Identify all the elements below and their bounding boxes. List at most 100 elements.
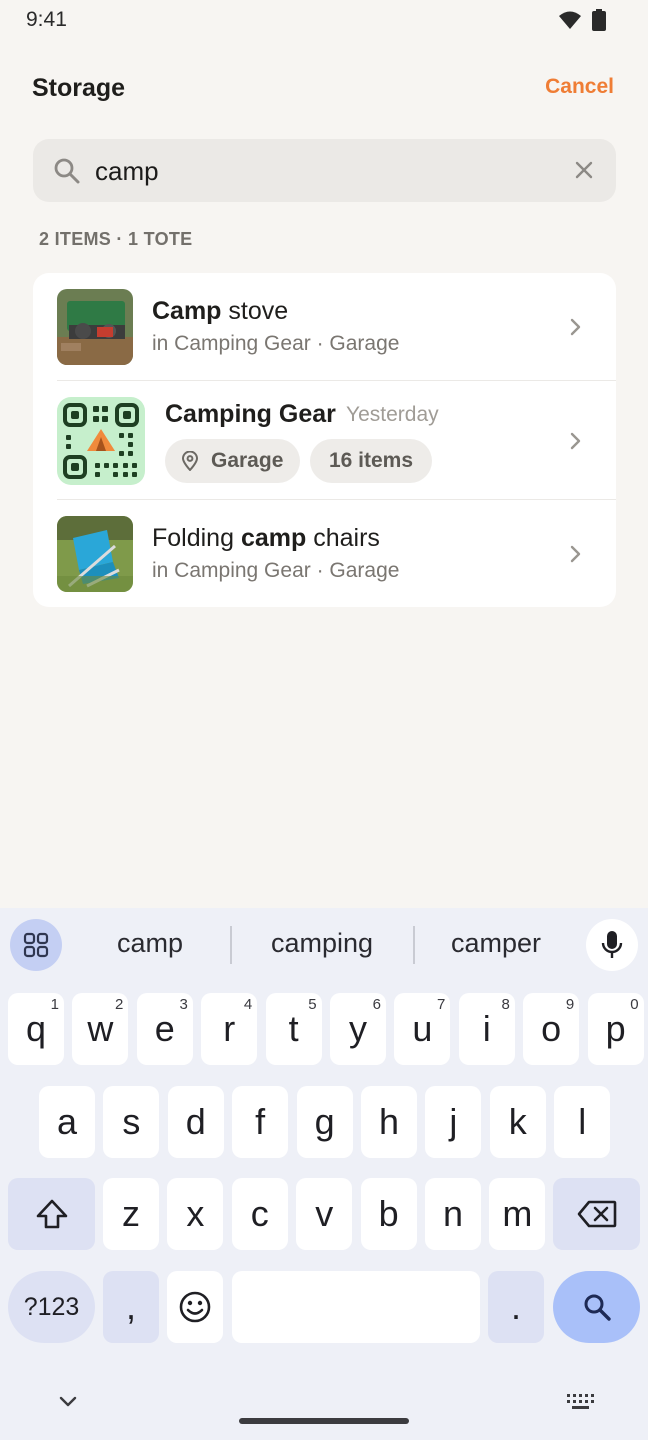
key-number-hint: 5 [308, 996, 317, 1013]
key-n[interactable]: n [425, 1178, 481, 1250]
key-letter: u [412, 1008, 433, 1049]
key-letter: i [482, 1008, 491, 1049]
result-row-camping-gear-tote[interactable]: Camping Gear Yesterday Garage 16 items [33, 381, 616, 499]
keyboard-switch-icon[interactable] [566, 1393, 594, 1411]
backspace-icon [577, 1200, 616, 1228]
key-l[interactable]: l [554, 1086, 611, 1158]
key-u[interactable]: u7 [394, 993, 451, 1065]
suggestion-1[interactable]: camp [70, 928, 230, 959]
suggestion-2[interactable]: camping [242, 928, 402, 959]
search-key[interactable] [553, 1271, 640, 1343]
key-number-hint: 0 [630, 996, 639, 1013]
symbols-key[interactable]: ?123 [8, 1271, 95, 1343]
result-location: in Camping Gear · Garage [152, 332, 400, 355]
key-y[interactable]: y6 [330, 993, 386, 1065]
key-z[interactable]: z [103, 1178, 159, 1250]
key-number-hint: 4 [243, 996, 253, 1013]
result-title: Folding camp chairs [152, 524, 380, 552]
shift-icon [36, 1199, 67, 1229]
key-number-hint: 2 [115, 996, 124, 1013]
chevron-right-icon [570, 545, 581, 563]
location-chip-label: Garage [211, 449, 284, 472]
tote-qr-code [57, 397, 145, 485]
key-g[interactable]: g [296, 1086, 353, 1158]
tote-title: Camping Gear [165, 400, 336, 428]
key-number-hint: 7 [437, 996, 446, 1013]
key-letter: r [223, 1008, 236, 1049]
key-number-hint: 3 [179, 996, 188, 1013]
suggestion-divider [230, 926, 232, 964]
cancel-button[interactable]: Cancel [545, 75, 614, 99]
search-icon [584, 1294, 611, 1321]
status-icons [558, 9, 606, 31]
location-chip[interactable]: Garage [165, 439, 300, 483]
key-r[interactable]: r4 [201, 993, 258, 1065]
key-d[interactable]: d [167, 1086, 224, 1158]
comma-key[interactable]: , [103, 1271, 159, 1343]
key-x[interactable]: x [167, 1178, 224, 1250]
chevron-down-icon[interactable] [58, 1396, 78, 1408]
home-indicator[interactable] [239, 1418, 409, 1424]
keyboard-apps-button[interactable] [10, 919, 62, 971]
location-pin-icon [181, 451, 199, 471]
status-time: 9:41 [26, 8, 67, 31]
camp-chairs-photo [57, 516, 133, 592]
shift-key[interactable] [8, 1178, 95, 1250]
key-letter: q [25, 1008, 47, 1049]
suggestion-3[interactable]: camper [416, 928, 576, 959]
key-p[interactable]: p0 [587, 993, 644, 1065]
key-letter: p [605, 1008, 626, 1049]
clear-icon[interactable] [574, 160, 594, 180]
chevron-right-icon [570, 318, 581, 336]
key-i[interactable]: i8 [458, 993, 515, 1065]
result-location: in Camping Gear · Garage [152, 559, 400, 582]
key-f[interactable]: f [232, 1086, 289, 1158]
key-v[interactable]: v [296, 1178, 353, 1250]
key-e[interactable]: e3 [136, 993, 193, 1065]
key-letter: o [541, 1008, 562, 1049]
microphone-icon [601, 931, 623, 958]
search-input[interactable] [95, 151, 555, 191]
key-j[interactable]: j [425, 1086, 482, 1158]
result-row-camp-stove[interactable]: Camp stove in Camping Gear · Garage [33, 273, 616, 380]
key-o[interactable]: o9 [523, 993, 580, 1065]
key-k[interactable]: k [489, 1086, 546, 1158]
key-number-hint: 1 [50, 996, 59, 1013]
chevron-right-icon [570, 432, 581, 450]
result-title: Camp stove [152, 297, 289, 325]
backspace-key[interactable] [553, 1178, 640, 1250]
search-icon [54, 158, 80, 184]
key-w[interactable]: w2 [72, 993, 129, 1065]
key-letter: e [154, 1008, 175, 1049]
battery-icon [592, 9, 606, 31]
key-a[interactable]: a [39, 1086, 95, 1158]
key-c[interactable]: c [231, 1178, 288, 1250]
emoji-icon [179, 1291, 211, 1323]
voice-input-button[interactable] [586, 919, 638, 971]
period-key[interactable]: . [488, 1271, 544, 1343]
key-s[interactable]: s [103, 1086, 160, 1158]
suggestion-bar: camp camping camper [0, 908, 648, 982]
key-letter: y [349, 1008, 367, 1049]
key-letter: w [87, 1008, 114, 1049]
result-row-folding-camp-chairs[interactable]: Folding camp chairs in Camping Gear · Ga… [33, 500, 616, 607]
key-h[interactable]: h [361, 1086, 417, 1158]
key-t[interactable]: t5 [265, 993, 322, 1065]
key-m[interactable]: m [489, 1178, 546, 1250]
space-key[interactable] [232, 1271, 480, 1343]
key-number-hint: 9 [565, 996, 575, 1013]
page-title: Storage [32, 74, 126, 102]
results-list: Camp stove in Camping Gear · Garage Camp… [33, 273, 616, 607]
key-number-hint: 6 [372, 996, 381, 1013]
wifi-icon [559, 11, 581, 29]
item-count-chip: 16 items [310, 439, 432, 483]
emoji-key[interactable] [167, 1271, 223, 1343]
item-count-label: 16 items [328, 449, 414, 472]
key-q[interactable]: q1 [8, 993, 64, 1065]
suggestion-divider [413, 926, 415, 964]
status-bar: 9:41 [0, 0, 648, 40]
key-letter: t [288, 1008, 299, 1049]
key-b[interactable]: b [360, 1178, 417, 1250]
search-bar[interactable] [33, 139, 616, 202]
result-count: 2 ITEMS · 1 TOTE [39, 229, 193, 249]
